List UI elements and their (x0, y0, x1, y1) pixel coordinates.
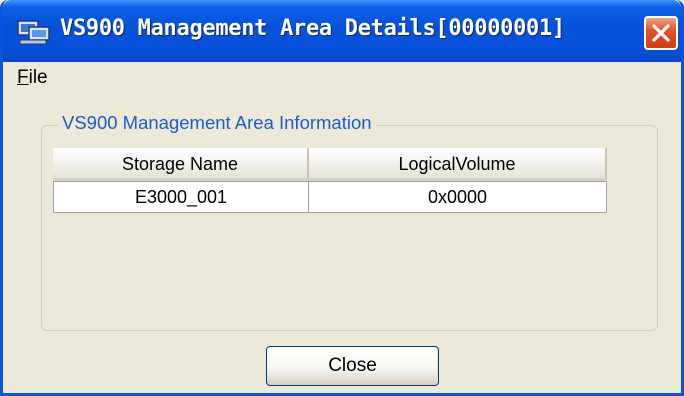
storage-table: Storage Name LogicalVolume E3000_001 0x0… (53, 148, 607, 218)
close-icon[interactable] (644, 16, 678, 50)
column-header-storage-name[interactable]: Storage Name (53, 148, 309, 181)
menu-file-label: ile (28, 67, 48, 88)
table-cell-storage-name[interactable]: E3000_001 (53, 181, 309, 213)
window-title: VS900 Management Area Details[00000001] (60, 16, 565, 41)
group-box-label: VS900 Management Area Information (58, 112, 376, 134)
table-cell-logical-volume[interactable]: 0x0000 (309, 181, 607, 213)
dialog-window: VS900 Management Area Details[00000001] … (0, 0, 684, 396)
menu-bar: File (3, 62, 681, 96)
column-header-logical-volume[interactable]: LogicalVolume (309, 148, 607, 181)
network-computer-icon (17, 20, 51, 46)
title-bar[interactable]: VS900 Management Area Details[00000001] (3, 0, 681, 62)
menu-file[interactable]: File (17, 67, 48, 89)
menu-file-accelerator: F (17, 67, 29, 88)
close-button[interactable]: Close (266, 346, 439, 386)
